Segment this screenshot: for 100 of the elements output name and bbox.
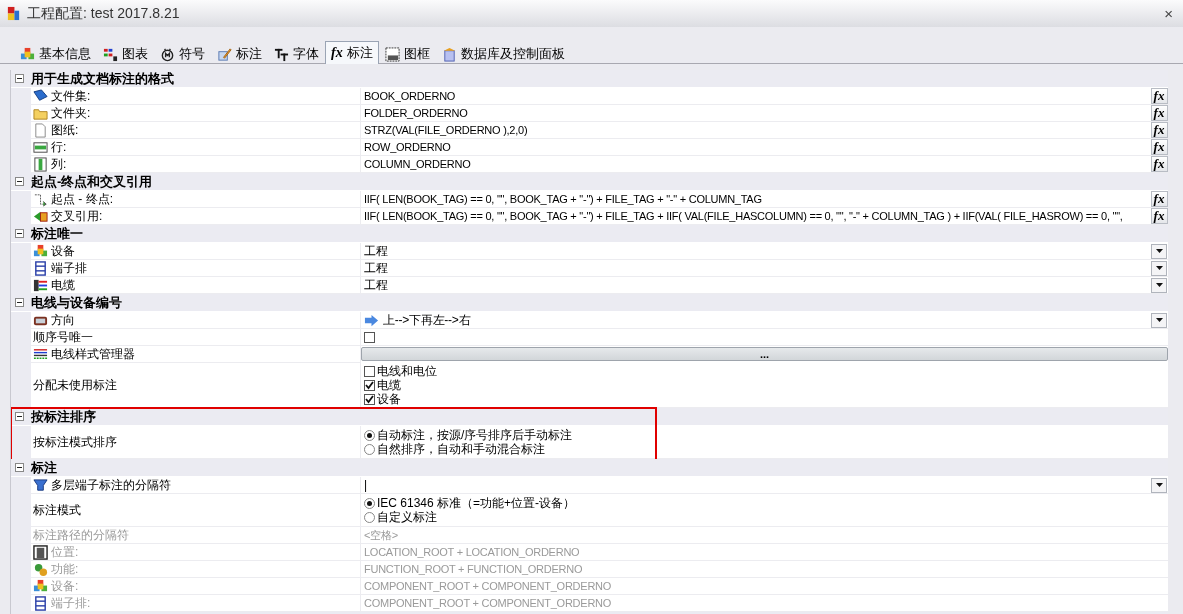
collapse-toggle[interactable] [15, 298, 24, 307]
caret-icon [1155, 266, 1163, 270]
value-text: 工程 [364, 261, 388, 275]
database-icon [441, 46, 457, 62]
tab[interactable]: 标注 [211, 43, 268, 64]
property-label: 电缆 [51, 278, 75, 292]
property-label: 设备 [51, 244, 75, 258]
property-label: 文件集: [51, 89, 91, 103]
value-text: | [364, 478, 367, 492]
value-text: IIF( LEN(BOOK_TAG) == 0, "", BOOK_TAG + "-") + FILE_TAG + IIF( VAL(FILE_HASCOLUMN) == 0, "", "-" + COLUMN_TAG ) + IIF(VAL( FILE_HASROW) == 0, "", [364, 209, 1123, 223]
funnel-icon [33, 477, 48, 493]
property-label: 功能: [51, 562, 79, 576]
radio-button[interactable] [364, 429, 375, 441]
cubes-icon [33, 243, 48, 259]
tab[interactable]: 基本信息 [14, 43, 97, 64]
value-text: FOLDER_ORDERNO [364, 106, 468, 120]
pencil-icon [217, 46, 232, 62]
tab[interactable]: 图框 [378, 43, 436, 64]
lines-icon [33, 346, 48, 362]
section-title: 标注唯一 [31, 224, 83, 243]
value-text: 工程 [364, 244, 388, 258]
collapse-toggle[interactable] [15, 229, 24, 238]
value-text: COLUMN_ORDERNO [364, 157, 471, 171]
property-label: 分配未使用标注 [33, 378, 117, 392]
section-title: 起点-终点和交叉引用 [31, 172, 153, 191]
symbol-icon [160, 46, 175, 62]
radio-button[interactable] [364, 443, 375, 455]
checkbox[interactable] [364, 365, 375, 377]
property-label: 设备: [51, 579, 79, 593]
dropdown-button[interactable] [1151, 243, 1167, 259]
value-text: STRZ(VAL(FILE_ORDERNO ),2,0) [364, 123, 528, 137]
terminal-strip-icon [33, 595, 48, 611]
value-text: LOCATION_ROOT + LOCATION_ORDERNO [364, 545, 580, 559]
value-text: IIF( LEN(BOOK_TAG) == 0, "", BOOK_TAG + "-") + FILE_TAG + "-" + COLUMN_TAG [364, 192, 762, 206]
dropdown-button[interactable] [1151, 260, 1167, 276]
radio-label: 自然排序，自动和手动混合标注 [377, 442, 545, 456]
formula-button[interactable]: fx [1150, 122, 1168, 138]
property-label: 交叉引用: [51, 209, 103, 223]
caret-icon [1155, 283, 1163, 287]
book-icon [33, 88, 48, 104]
checkbox[interactable] [364, 393, 375, 405]
dropdown-button[interactable] [1151, 312, 1167, 328]
radio-label: 自定义标注 [377, 510, 437, 524]
cable-icon [33, 277, 48, 293]
formula-button[interactable]: fx [1150, 156, 1168, 172]
value-text: ROW_ORDERNO [364, 140, 451, 154]
formula-button[interactable]: fx [1150, 191, 1168, 207]
value-text: <空格> [364, 528, 398, 542]
radio-label: IEC 61346 标准（=功能+位置-设备） [377, 496, 576, 510]
formula-button[interactable]: fx [1150, 139, 1168, 155]
value-text: 上-->下再左-->右 [383, 313, 471, 327]
formula-button[interactable]: fx [1150, 88, 1168, 104]
font-icon [274, 46, 289, 62]
app-icon [6, 6, 21, 21]
section-title: 电线与设备编号 [31, 293, 122, 312]
property-label: 按标注模式排序 [33, 435, 117, 449]
connector-icon [33, 191, 48, 207]
frame-icon [384, 46, 400, 62]
dropdown-button[interactable] [1151, 277, 1167, 293]
gears-icon [33, 561, 48, 577]
ellipsis-button[interactable]: ... [361, 347, 1168, 361]
property-label: 端子排: [51, 596, 91, 610]
property-label: 端子排 [51, 261, 87, 275]
checkbox-label: 设备 [377, 392, 401, 406]
section-title: 标注 [31, 458, 57, 477]
collapse-toggle[interactable] [15, 177, 24, 186]
value-text: FUNCTION_ROOT + FUNCTION_ORDERNO [364, 562, 583, 576]
grid-icon [103, 46, 118, 62]
cubes-icon [33, 578, 48, 594]
tab[interactable]: 符号 [154, 43, 211, 64]
checkbox[interactable] [364, 379, 375, 391]
tab[interactable]: 数据库及控制面板 [435, 43, 571, 64]
formula-button[interactable]: fx [1150, 105, 1168, 121]
property-label: 位置: [51, 545, 79, 559]
tab[interactable]: 图表 [97, 43, 154, 64]
value-text: COMPONENT_ROOT + COMPONENT_ORDERNO [364, 596, 612, 610]
collapse-toggle[interactable] [15, 463, 24, 472]
value-text: 工程 [364, 278, 388, 292]
tab[interactable]: fx 标注 [325, 41, 379, 64]
property-label: 标注路径的分隔符 [33, 528, 129, 542]
property-label: 列: [51, 157, 67, 171]
radio-button[interactable] [364, 497, 375, 509]
checkbox[interactable] [364, 331, 375, 343]
radio-button[interactable] [364, 511, 375, 523]
collapse-toggle[interactable] [15, 74, 24, 83]
window-title: 工程配置: test 2017.8.21 [27, 4, 181, 23]
value-text: BOOK_ORDERNO [364, 89, 456, 103]
property-label: 图纸: [51, 123, 79, 137]
checkbox-label: 电缆 [377, 378, 401, 392]
section-title: 用于生成文档标注的格式 [31, 70, 174, 88]
dropdown-button[interactable] [1151, 477, 1167, 493]
property-label: 行: [51, 140, 67, 154]
formula-button[interactable]: fx [1150, 208, 1168, 224]
caret-icon [1155, 318, 1163, 322]
property-label: 电线样式管理器 [51, 347, 135, 361]
collapse-toggle[interactable] [15, 412, 24, 421]
close-button[interactable]: × [1160, 5, 1177, 22]
tab[interactable]: 字体 [268, 43, 325, 64]
section-title: 按标注排序 [31, 407, 96, 426]
caret-icon [1155, 249, 1163, 253]
